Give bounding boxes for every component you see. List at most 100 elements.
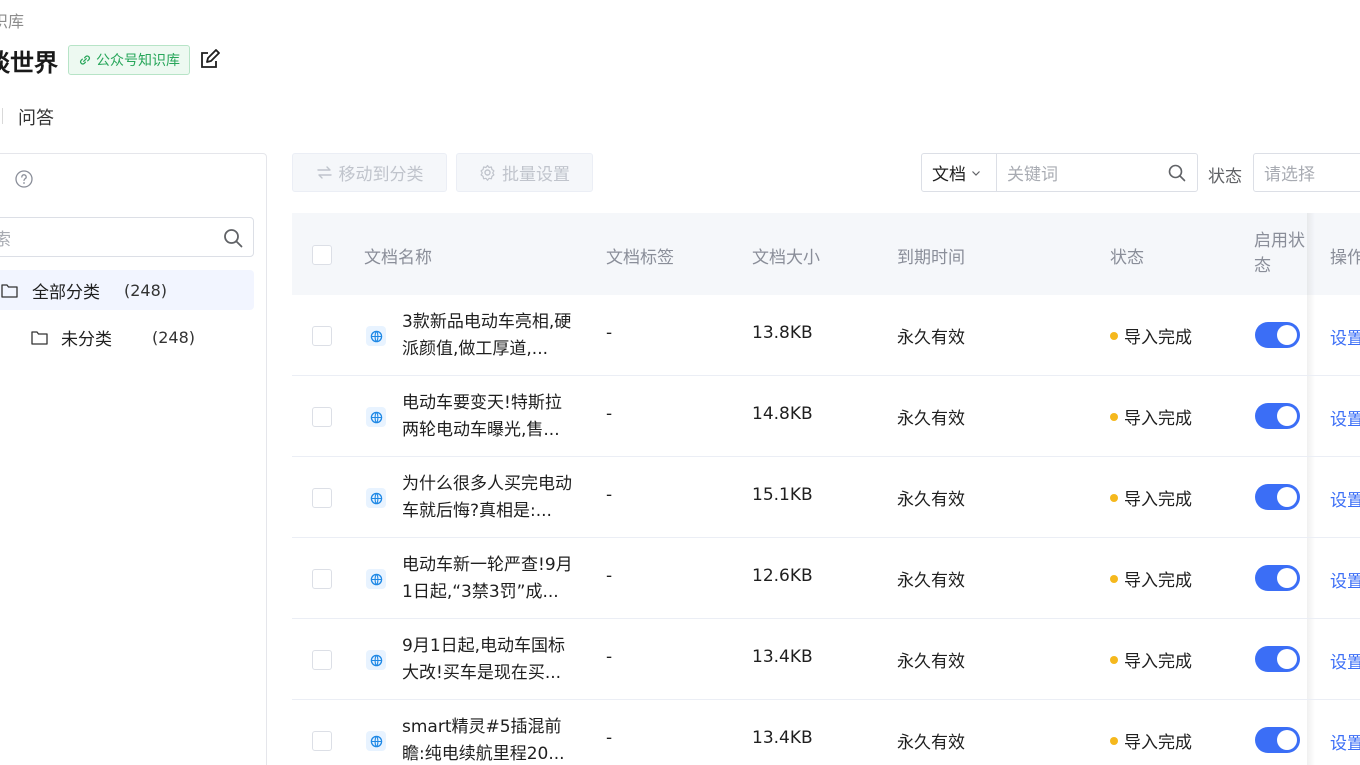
fixed-column-shadow xyxy=(1307,538,1315,618)
doc-expire: 永久有效 xyxy=(897,733,965,753)
doc-size: 12.6KB xyxy=(752,566,813,586)
settings-link[interactable]: 设置 xyxy=(1330,729,1360,754)
doc-size: 13.4KB xyxy=(752,647,813,667)
table-row: 电动车新一轮严查!9月1日起,“3禁3罚”成... - 12.6KB 永久有效 … xyxy=(292,538,1360,619)
table-body: 3款新品电动车亮相,硬派颜值,做工厚道,... - 13.8KB 永久有效 导入… xyxy=(292,295,1360,765)
status-filter-placeholder: 请选择 xyxy=(1264,165,1315,185)
enable-toggle[interactable] xyxy=(1255,322,1300,348)
help-icon[interactable] xyxy=(15,170,33,188)
page-title: 谈世界 xyxy=(0,48,58,77)
web-doc-icon xyxy=(366,488,386,508)
status-filter-select[interactable]: 请选择 xyxy=(1253,153,1360,192)
fixed-column-shadow xyxy=(1307,376,1315,456)
status-dot-icon xyxy=(1110,332,1118,340)
search-icon[interactable] xyxy=(223,228,243,248)
doc-expire: 永久有效 xyxy=(897,571,965,591)
web-doc-icon xyxy=(366,569,386,589)
filter-type-value: 文档 xyxy=(932,165,966,185)
filter-type-select[interactable]: 文档 xyxy=(922,154,997,191)
move-to-category-button[interactable]: 移动到分类 xyxy=(292,153,447,192)
doc-name[interactable]: 9月1日起,电动车国标大改!买车是现在买... xyxy=(402,633,574,687)
settings-link[interactable]: 设置 xyxy=(1330,567,1360,592)
doc-size: 14.8KB xyxy=(752,404,813,424)
breadcrumb[interactable]: 识库 xyxy=(0,8,24,32)
doc-status: 导入完成 xyxy=(1110,647,1192,672)
doc-size: 13.8KB xyxy=(752,323,813,343)
link-icon xyxy=(80,55,90,65)
doc-name[interactable]: 电动车新一轮严查!9月1日起,“3禁3罚”成... xyxy=(402,552,574,606)
col-header-enable: 启用状态 xyxy=(1254,231,1305,276)
status-dot-icon xyxy=(1110,413,1118,421)
doc-expire: 永久有效 xyxy=(897,490,965,510)
doc-status: 导入完成 xyxy=(1110,404,1192,429)
doc-status: 导入完成 xyxy=(1110,485,1192,510)
status-dot-icon xyxy=(1110,494,1118,502)
doc-tag: - xyxy=(606,566,613,586)
col-header-expire[interactable]: 到期时间 xyxy=(897,243,965,268)
edit-icon[interactable] xyxy=(198,49,220,71)
search-icon[interactable] xyxy=(1168,164,1186,182)
settings-link[interactable]: 设置 xyxy=(1330,648,1360,673)
doc-name[interactable]: 为什么很多人买完电动车就后悔?真相是:... xyxy=(402,471,574,525)
table-row: smart精灵#5插混前瞻:纯电续航里程20... - 13.4KB 永久有效 … xyxy=(292,700,1360,765)
status-dot-icon xyxy=(1110,575,1118,583)
folder-icon xyxy=(1,283,18,298)
doc-expire: 永久有效 xyxy=(897,328,965,348)
doc-expire: 永久有效 xyxy=(897,652,965,672)
table-row: 3款新品电动车亮相,硬派颜值,做工厚道,... - 13.8KB 永久有效 导入… xyxy=(292,295,1360,376)
tab-qa[interactable]: 问答 xyxy=(18,104,54,130)
category-search-input[interactable]: 索 xyxy=(0,217,254,257)
row-checkbox[interactable] xyxy=(312,326,332,346)
settings-link[interactable]: 设置 xyxy=(1330,405,1360,430)
enable-toggle[interactable] xyxy=(1255,646,1300,672)
tree-item-label: 未分类 xyxy=(61,329,112,350)
folder-icon xyxy=(31,330,48,345)
doc-tag: - xyxy=(606,404,613,424)
fixed-column-shadow xyxy=(1307,619,1315,699)
enable-toggle[interactable] xyxy=(1255,727,1300,753)
row-checkbox[interactable] xyxy=(312,488,332,508)
batch-settings-button[interactable]: 批量设置 xyxy=(456,153,593,192)
kb-type-label: 公众号知识库 xyxy=(96,53,180,69)
col-header-status: 状态 xyxy=(1110,248,1144,268)
settings-link[interactable]: 设置 xyxy=(1330,486,1360,511)
row-checkbox[interactable] xyxy=(312,650,332,670)
doc-name[interactable]: smart精灵#5插混前瞻:纯电续航里程20... xyxy=(402,714,574,765)
fixed-column-shadow xyxy=(1307,700,1315,765)
doc-status: 导入完成 xyxy=(1110,566,1192,591)
doc-status: 导入完成 xyxy=(1110,728,1192,753)
enable-toggle[interactable] xyxy=(1255,565,1300,591)
web-doc-icon xyxy=(366,326,386,346)
enable-toggle[interactable] xyxy=(1255,484,1300,510)
enable-toggle[interactable] xyxy=(1255,403,1300,429)
keyword-input[interactable]: 关键词 xyxy=(997,154,1197,191)
title-row: 谈世界 公众号知识库 xyxy=(0,42,220,78)
table-row: 电动车要变天!特斯拉两轮电动车曝光,售... - 14.8KB 永久有效 导入完… xyxy=(292,376,1360,457)
doc-tag: - xyxy=(606,323,613,343)
row-checkbox[interactable] xyxy=(312,407,332,427)
tree-item-count: (248) xyxy=(124,280,168,300)
keyword-filter: 文档 关键词 xyxy=(921,153,1198,192)
doc-expire: 永久有效 xyxy=(897,409,965,429)
row-checkbox[interactable] xyxy=(312,569,332,589)
doc-name[interactable]: 3款新品电动车亮相,硬派颜值,做工厚道,... xyxy=(402,309,574,363)
tree-item-all[interactable]: 全部分类 (248) xyxy=(0,270,254,310)
web-doc-icon xyxy=(366,407,386,427)
col-header-ops: 操作 xyxy=(1330,248,1360,268)
kb-type-badge: 公众号知识库 xyxy=(68,45,190,75)
doc-size: 13.4KB xyxy=(752,728,813,748)
fixed-column-shadow xyxy=(1307,457,1315,537)
select-all-checkbox[interactable] xyxy=(312,245,332,265)
web-doc-icon xyxy=(366,731,386,751)
settings-link[interactable]: 设置 xyxy=(1330,324,1360,349)
tree-item-uncategorized[interactable]: 未分类 (248) xyxy=(31,320,195,354)
col-header-name[interactable]: 文档名称 xyxy=(364,243,432,268)
status-dot-icon xyxy=(1110,737,1118,745)
document-table: 文档名称 文档标签 文档大小 到期时间 状态 启用状态 操作 3款新品电动车亮相… xyxy=(292,213,1360,765)
col-header-size[interactable]: 文档大小 xyxy=(752,243,820,268)
doc-name[interactable]: 电动车要变天!特斯拉两轮电动车曝光,售... xyxy=(402,390,574,444)
status-filter-label: 状态 xyxy=(1208,167,1242,187)
batch-settings-label: 批量设置 xyxy=(502,165,570,185)
row-checkbox[interactable] xyxy=(312,731,332,751)
fixed-column-shadow xyxy=(1307,213,1315,295)
